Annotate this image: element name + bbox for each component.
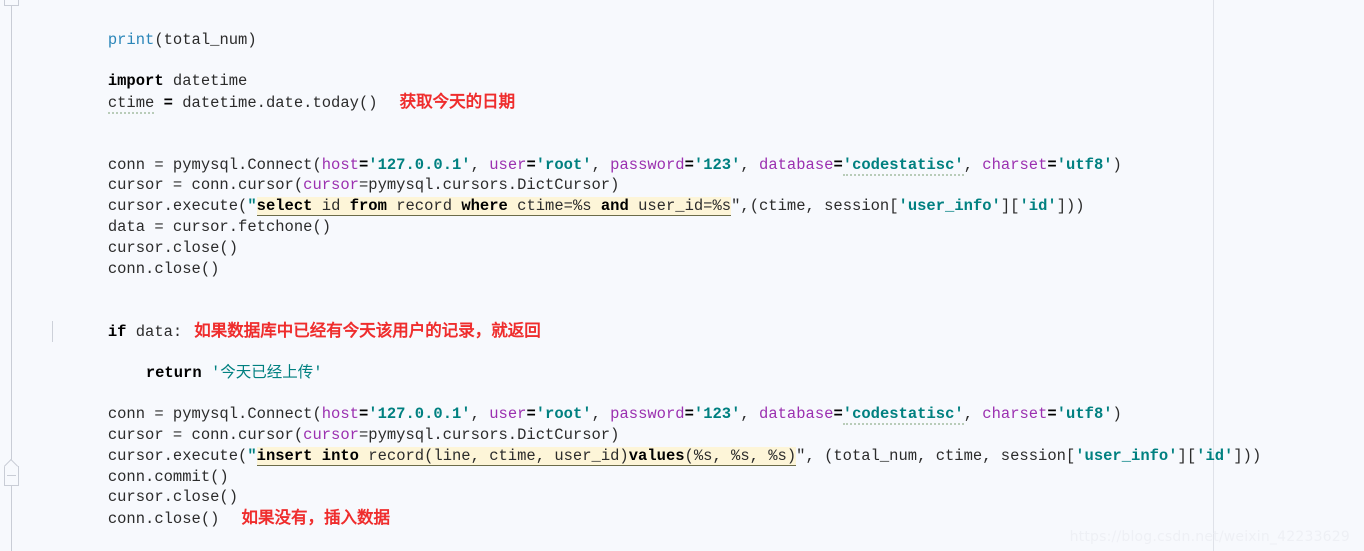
code-line-cursor-close-2: cursor.close(): [0, 467, 1364, 506]
code-line-execute-select: cursor.execute("select id from record wh…: [0, 175, 1364, 217]
code-line-clipped: total_num += file_num: [0, 0, 1364, 9]
code-line-ctime: ctime = datetime.date.today() 获取今天的日期: [0, 71, 1364, 115]
code-line-conn-close-2: conn.close() 如果没有，插入数据: [0, 487, 1364, 528]
code-line-fetchone: data = cursor.fetchone(): [0, 196, 1364, 236]
code-line-cursor-2: cursor = conn.cursor(cursor=pymysql.curs…: [0, 404, 1364, 444]
indent-guide: [52, 320, 53, 342]
code-line-import: import datetime: [0, 51, 1364, 90]
code-line-cursor-1: cursor = conn.cursor(cursor=pymysql.curs…: [0, 155, 1364, 194]
code-line-connect-2: conn = pymysql.Connect(host='127.0.0.1',…: [107, 405, 1122, 426]
code-content[interactable]: total_num += file_num print(total_num) i…: [0, 0, 1364, 551]
code-line-connect-1: conn = pymysql.Connect(host='127.0.0.1',…: [107, 155, 1122, 176]
code-line-print: print(total_num): [0, 9, 1364, 49]
code-line-execute-insert: cursor.execute("insert into record(line,…: [0, 425, 1364, 466]
code-line-cursor-close-1: cursor.close(): [0, 217, 1364, 257]
code-editor-screenshot: total_num += file_num print(total_num) i…: [0, 0, 1364, 551]
code-line-if-data: if data: 如果数据库中已经有今天该用户的记录，就返回: [0, 300, 1364, 341]
code-line-conn-close-1: conn.close(): [0, 238, 1364, 278]
csdn-blog-watermark: https://blog.csdn.net/weixin_42233629: [1069, 529, 1350, 545]
code-line-commit: conn.commit(): [0, 446, 1364, 486]
code-line-return-uploaded: return '今天已经上传': [0, 320, 1364, 382]
